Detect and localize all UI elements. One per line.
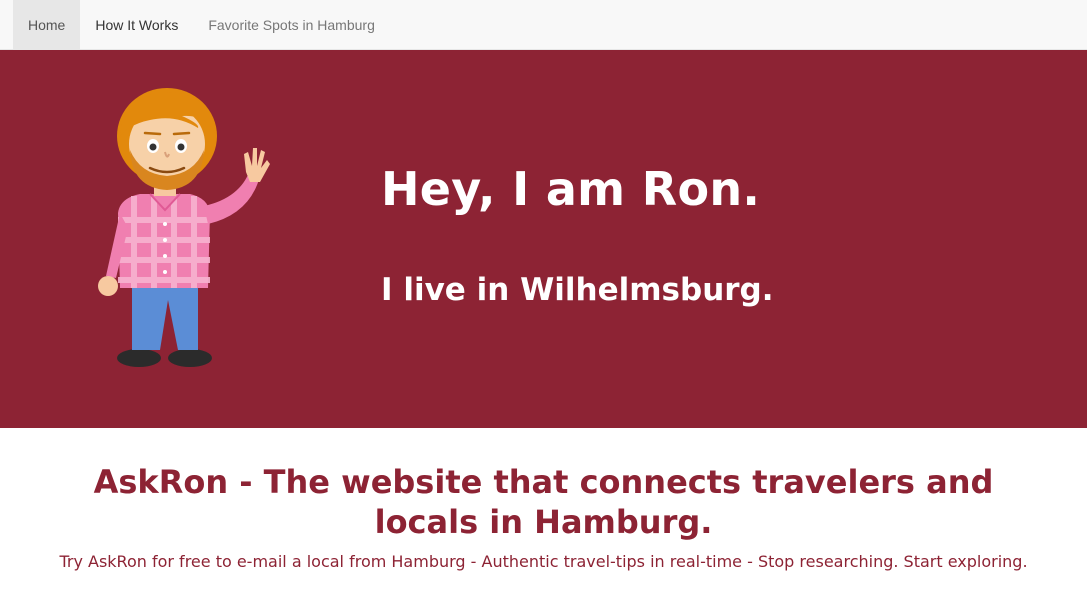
nav-home-label: Home: [28, 16, 66, 33]
hero-subline: I live in Wilhelmsburg.: [381, 272, 774, 308]
waving-man-icon: [98, 88, 270, 367]
hero-headline: Hey, I am Ron.: [381, 162, 761, 216]
intro-section: AskRon - The website that connects trave…: [0, 428, 1087, 598]
intro-text: Try AskRon for free to e-mail a local fr…: [59, 552, 1028, 571]
top-navbar: Home How It Works Favorite Spots in Hamb…: [0, 0, 1087, 50]
nav-favorite-spots-label: Favorite Spots in Hamburg: [208, 16, 375, 33]
nav-favorite-spots-link[interactable]: Favorite Spots in Hamburg: [193, 0, 390, 49]
intro-title: AskRon - The website that connects trave…: [93, 463, 994, 541]
nav-home-link[interactable]: Home: [13, 0, 81, 49]
nav-list: Home How It Works Favorite Spots in Hamb…: [0, 0, 1087, 49]
hero-section: Hey, I am Ron. I live in Wilhelmsburg.: [0, 50, 1087, 428]
nav-how-it-works-link[interactable]: How It Works: [80, 0, 193, 49]
nav-how-it-works-label: How It Works: [95, 16, 179, 33]
